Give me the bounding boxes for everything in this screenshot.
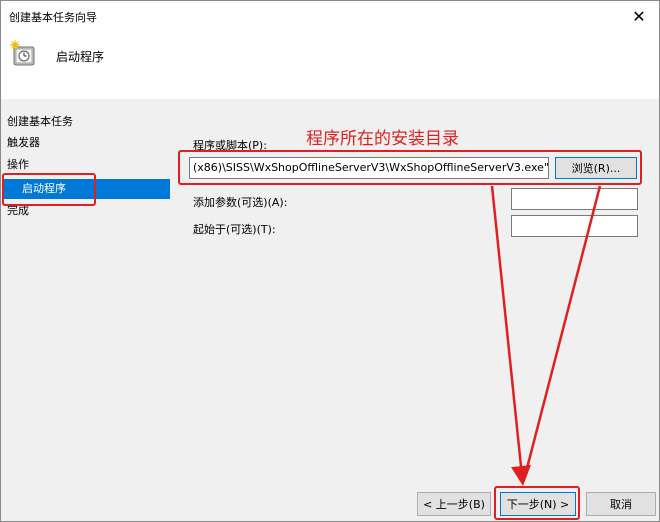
close-button[interactable]: ✕ [619, 1, 659, 31]
window-title: 创建基本任务向导 [9, 11, 97, 24]
wizard-header: 启动程序 [1, 31, 659, 99]
arguments-label: 添加参数(可选)(A): [193, 196, 288, 209]
arguments-input[interactable] [511, 188, 638, 210]
title-bar: 创建基本任务向导 ✕ [1, 1, 659, 31]
wizard-window: 创建基本任务向导 ✕ 启动程序 创建基本任务 触发器 操作 启动程序 完成 程序… [0, 0, 660, 522]
sidebar-item-action[interactable]: 操作 [7, 155, 169, 175]
program-path-highlight-box [178, 150, 642, 185]
close-icon: ✕ [632, 6, 646, 26]
cancel-button[interactable]: 取消 [586, 492, 656, 516]
sidebar-highlight-box [2, 173, 96, 206]
back-button[interactable]: < 上一步(B) [417, 492, 491, 516]
next-button-highlight-box [494, 486, 580, 520]
start-in-label: 起始于(可选)(T): [193, 223, 276, 236]
task-clock-icon [10, 40, 35, 66]
sidebar-heading: 创建基本任务 [7, 115, 73, 128]
sidebar-item-trigger[interactable]: 触发器 [7, 133, 169, 153]
start-in-input[interactable] [511, 215, 638, 237]
annotation-text: 程序所在的安装目录 [306, 129, 459, 149]
page-title: 启动程序 [56, 50, 105, 64]
